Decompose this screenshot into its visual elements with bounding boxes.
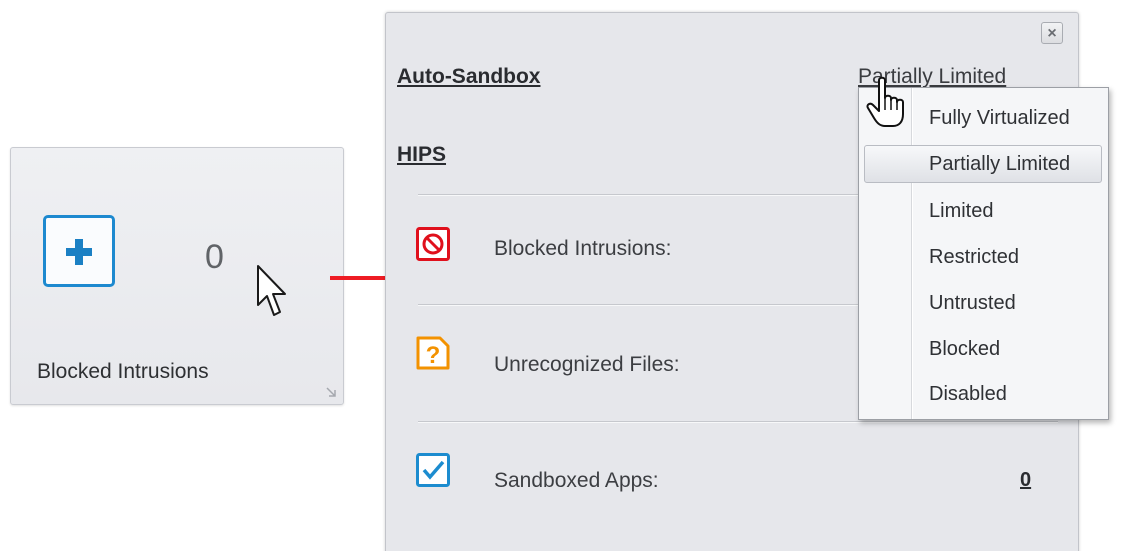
screenshot: 0 Blocked Intrusions × Auto-Sandbox Part…: [0, 0, 1122, 551]
plus-icon[interactable]: [43, 215, 115, 287]
blocked-intrusions-label: Blocked Intrusions:: [494, 237, 672, 260]
menu-item-partially-limited[interactable]: Partially Limited: [864, 145, 1102, 183]
close-button[interactable]: ×: [1041, 22, 1063, 44]
hips-link[interactable]: HIPS: [397, 143, 446, 167]
menu-item-blocked[interactable]: Blocked: [864, 330, 1102, 368]
hand-pointer-icon: [866, 76, 904, 127]
tile-count: 0: [205, 238, 224, 276]
menu-item-limited[interactable]: Limited: [864, 192, 1102, 230]
divider: [418, 421, 1058, 423]
resize-grip-icon: [326, 387, 336, 397]
blocked-icon: [416, 227, 450, 261]
blocked-intrusions-tile[interactable]: 0 Blocked Intrusions: [10, 147, 344, 405]
auto-sandbox-link[interactable]: Auto-Sandbox: [397, 65, 540, 89]
svg-text:?: ?: [426, 342, 441, 369]
question-icon: ?: [416, 336, 450, 370]
unrecognized-files-label: Unrecognized Files:: [494, 353, 680, 376]
checkbox-icon: [416, 453, 450, 487]
menu-item-restricted[interactable]: Restricted: [864, 238, 1102, 276]
sandboxed-apps-count[interactable]: 0: [1020, 469, 1031, 492]
menu-item-disabled[interactable]: Disabled: [864, 375, 1102, 413]
tile-label: Blocked Intrusions: [37, 360, 209, 383]
mouse-pointer-icon: [257, 265, 286, 316]
sandbox-mode-dropdown: Fully Virtualized Partially Limited Limi…: [858, 87, 1109, 420]
sandboxed-apps-label: Sandboxed Apps:: [494, 469, 659, 492]
menu-item-untrusted[interactable]: Untrusted: [864, 284, 1102, 322]
